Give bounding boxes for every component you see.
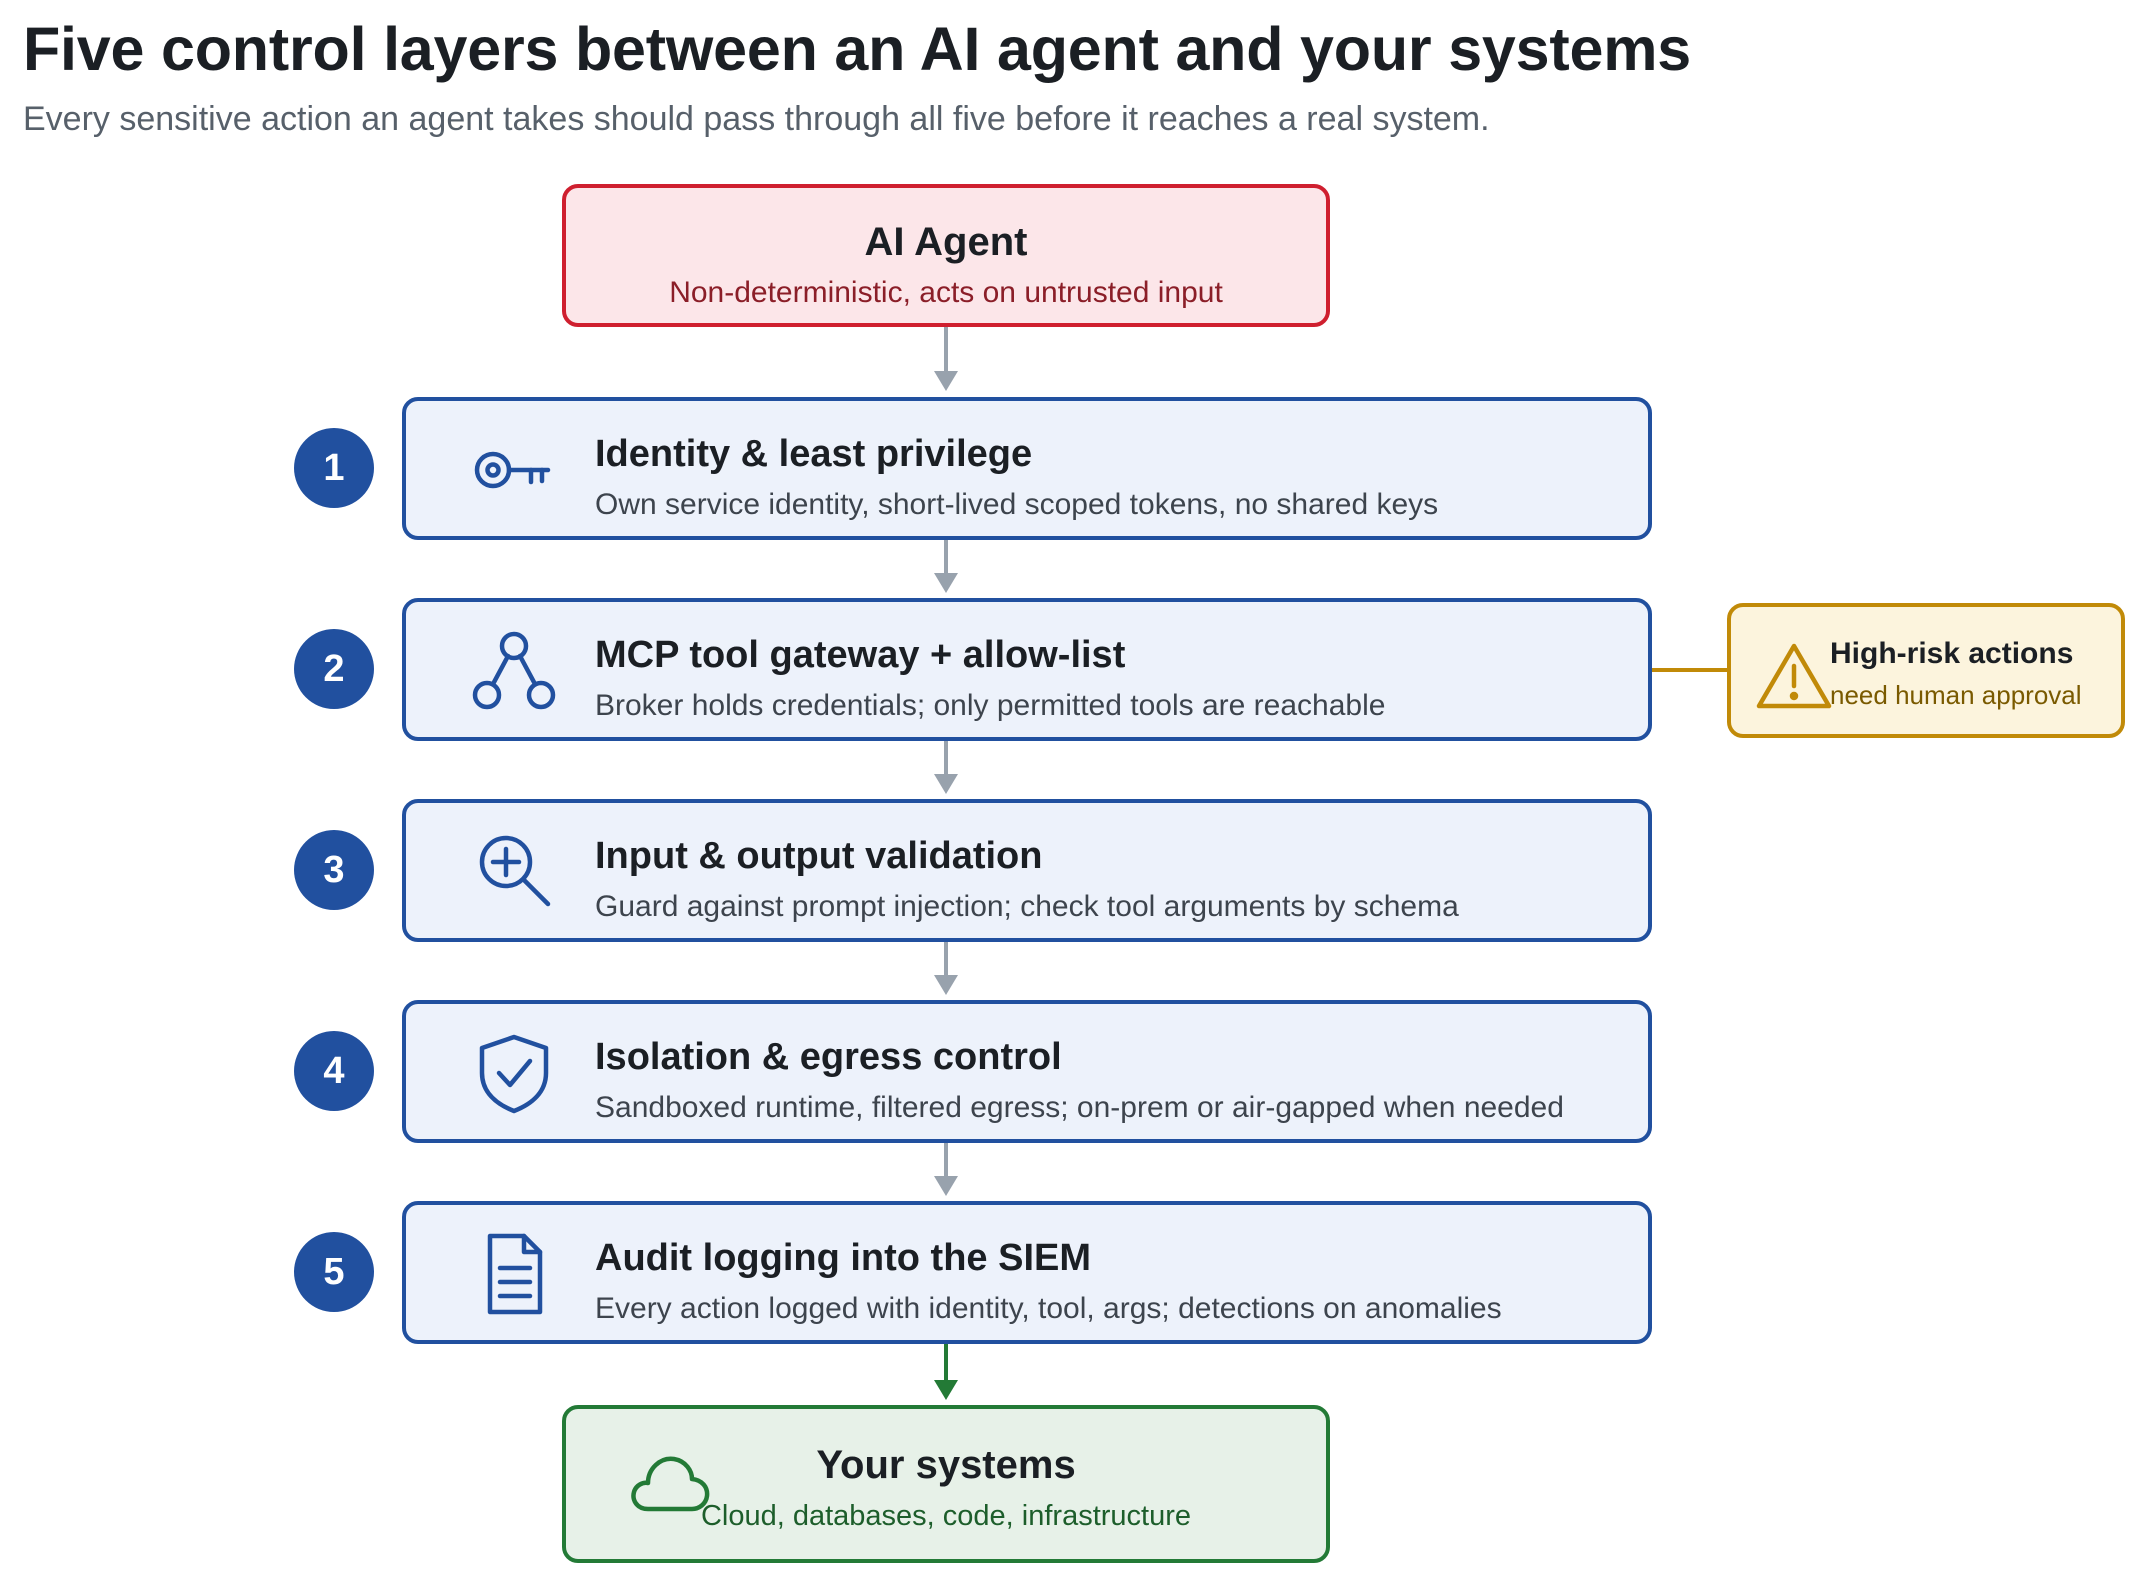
layer-2-title: MCP tool gateway + allow-list	[595, 634, 1126, 676]
layer-2-box: MCP tool gateway + allow-list Broker hol…	[402, 598, 1652, 741]
layer-2-subtitle: Broker holds credentials; only permitted…	[595, 689, 1386, 722]
layer-5-box: Audit logging into the SIEM Every action…	[402, 1201, 1652, 1344]
shield-check-icon	[479, 1034, 549, 1114]
high-risk-note-subtitle: need human approval	[1830, 680, 2082, 710]
layer-5-title: Audit logging into the SIEM	[595, 1237, 1092, 1279]
layer-4-title: Isolation & egress control	[595, 1036, 1062, 1078]
layer-3-subtitle: Guard against prompt injection; check to…	[595, 890, 1459, 923]
your-systems-box: Your systems Cloud, databases, code, inf…	[562, 1405, 1330, 1563]
network-icon	[472, 631, 556, 710]
layer-5-subtitle: Every action logged with identity, tool,…	[595, 1292, 1502, 1325]
document-icon	[487, 1233, 543, 1315]
high-risk-note-title: High-risk actions	[1830, 637, 2074, 670]
layer-4-box: Isolation & egress control Sandboxed run…	[402, 1000, 1652, 1143]
key-icon	[474, 451, 551, 489]
layer-1-box: Identity & least privilege Own service i…	[402, 397, 1652, 540]
layer-5-number-badge: 5	[294, 1232, 374, 1312]
layer-3-number-badge: 3	[294, 830, 374, 910]
layer-4-subtitle: Sandboxed runtime, filtered egress; on-p…	[595, 1091, 1564, 1124]
layer-2-number-badge: 2	[294, 629, 374, 709]
layer-1-number-badge: 1	[294, 428, 374, 508]
ai-agent-title: AI Agent	[864, 220, 1028, 264]
layer-1-subtitle: Own service identity, short-lived scoped…	[595, 488, 1439, 521]
ai-agent-box: AI Agent Non-deterministic, acts on untr…	[562, 184, 1330, 327]
your-systems-subtitle: Cloud, databases, code, infrastructure	[700, 1500, 1192, 1532]
warning-icon	[1756, 643, 1832, 709]
layer-4-number-badge: 4	[294, 1031, 374, 1111]
your-systems-title: Your systems	[816, 1443, 1076, 1487]
magnifier-plus-icon	[479, 835, 551, 907]
ai-agent-subtitle: Non-deterministic, acts on untrusted inp…	[669, 276, 1223, 309]
layer-1-title: Identity & least privilege	[595, 433, 1033, 475]
layer-3-box: Input & output validation Guard against …	[402, 799, 1652, 942]
layer-3-title: Input & output validation	[595, 835, 1043, 877]
high-risk-note: High-risk actions need human approval	[1727, 603, 2125, 738]
